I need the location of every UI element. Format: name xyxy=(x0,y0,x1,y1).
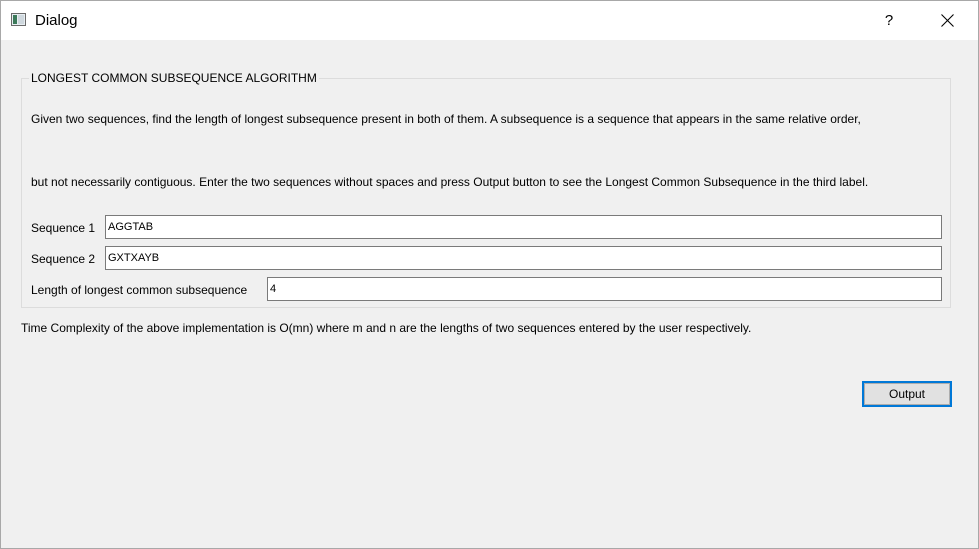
close-button[interactable] xyxy=(925,1,971,40)
sequence1-label: Sequence 1 xyxy=(31,221,96,235)
groupbox-title: LONGEST COMMON SUBSEQUENCE ALGORITHM xyxy=(29,71,319,85)
sequence1-input[interactable] xyxy=(105,215,942,239)
help-button[interactable]: ? xyxy=(869,1,909,40)
result-label: Length of longest common subsequence xyxy=(31,283,248,297)
sequence2-label: Sequence 2 xyxy=(31,252,96,266)
result-output-field[interactable] xyxy=(267,277,942,301)
close-icon xyxy=(941,14,954,27)
app-window-icon xyxy=(11,13,26,26)
complexity-note: Time Complexity of the above implementat… xyxy=(21,321,752,335)
dialog-window: Dialog ? LONGEST COMMON SUBSEQUENCE ALGO… xyxy=(0,0,979,549)
title-bar[interactable]: Dialog ? xyxy=(1,1,978,40)
output-button[interactable]: Output xyxy=(862,381,952,407)
description-line-2: but not necessarily contiguous. Enter th… xyxy=(31,175,869,189)
sequence2-input[interactable] xyxy=(105,246,942,270)
description-line-1: Given two sequences, find the length of … xyxy=(31,112,861,126)
window-title: Dialog xyxy=(35,12,78,29)
